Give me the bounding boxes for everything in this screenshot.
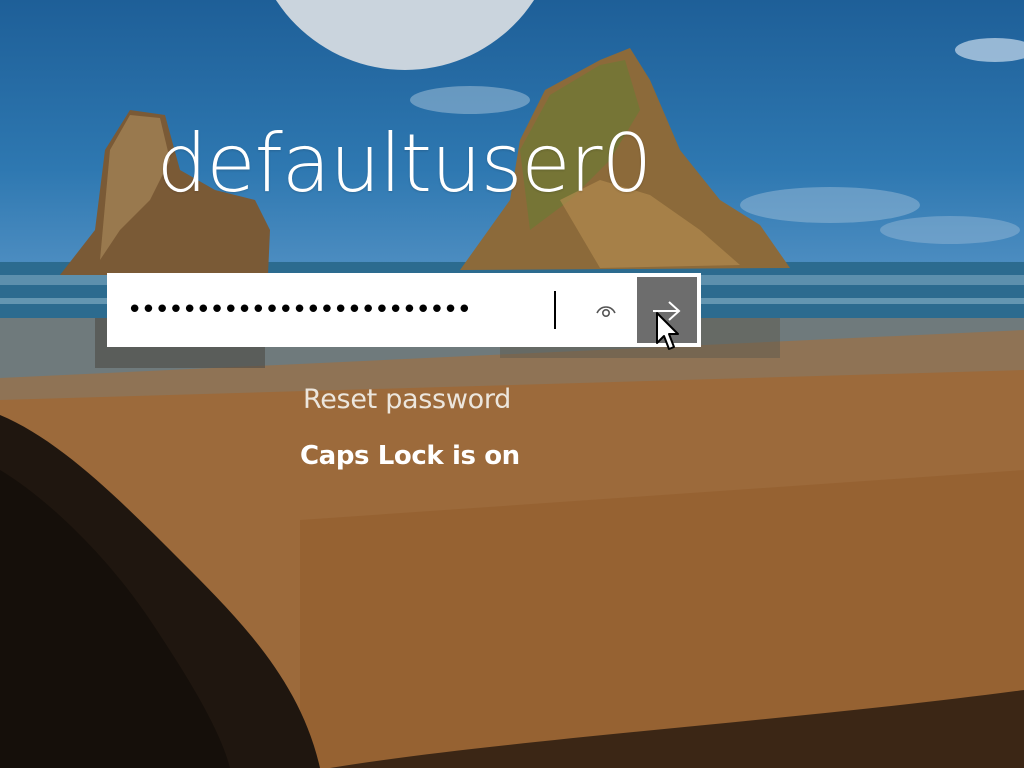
lock-screen: defaultuser0 ••••••••••••••••••••••••• R…	[0, 0, 1024, 768]
eye-icon[interactable]	[593, 299, 619, 321]
password-mask: •••••••••••••••••••••••••	[127, 295, 472, 325]
password-box: •••••••••••••••••••••••••	[107, 273, 701, 347]
username-label: defaultuser0	[156, 117, 653, 210]
mouse-pointer-icon	[656, 312, 679, 350]
reset-password-link[interactable]: Reset password	[303, 383, 511, 417]
password-input[interactable]: •••••••••••••••••••••••••	[109, 275, 635, 345]
text-caret	[554, 291, 556, 329]
caps-lock-warning: Caps Lock is on	[300, 441, 520, 471]
